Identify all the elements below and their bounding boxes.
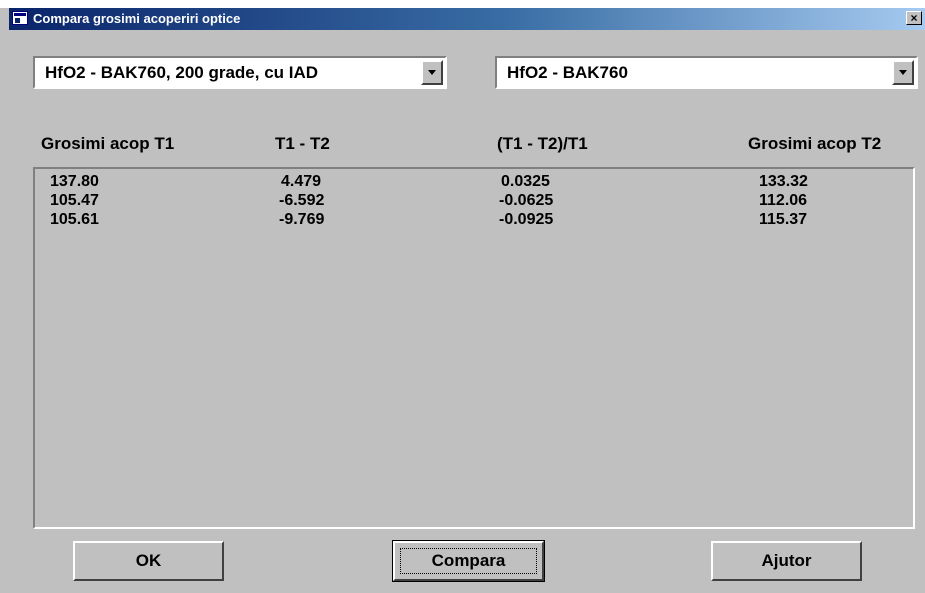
- cell-thickness-t2: 115.37: [759, 211, 808, 228]
- app-window-icon[interactable]: [12, 11, 28, 25]
- cell-relative-difference: -0.0925: [499, 211, 554, 228]
- header-difference: T1 - T2: [275, 134, 330, 153]
- help-button[interactable]: Ajutor: [711, 541, 862, 581]
- cell-thickness-t1: 105.61: [50, 211, 99, 228]
- table-row[interactable]: 105.61 -9.769 -0.0925 115.37: [35, 211, 913, 230]
- cell-difference: -9.769: [279, 211, 325, 228]
- coating-t2-value: HfO2 - BAK760: [507, 63, 628, 82]
- cell-thickness-t1: 137.80: [50, 173, 99, 190]
- coating-t1-value: HfO2 - BAK760, 200 grade, cu IAD: [45, 63, 319, 82]
- header-thickness-t2: Grosimi acop T2: [748, 134, 882, 153]
- header-relative-difference: (T1 - T2)/T1: [497, 134, 588, 153]
- coating-t1-select[interactable]: HfO2 - BAK760, 200 grade, cu IAD: [33, 56, 447, 89]
- title-bar[interactable]: Compara grosimi acoperiri optice ×: [9, 8, 925, 30]
- results-list[interactable]: 137.80 4.479 0.0325 133.32 105.47 -6.592…: [33, 167, 915, 529]
- cell-thickness-t2: 112.06: [759, 192, 808, 209]
- header-thickness-t1: Grosimi acop T1: [41, 134, 175, 153]
- chevron-down-icon[interactable]: [892, 60, 914, 85]
- close-button[interactable]: ×: [906, 11, 922, 25]
- cropped-top-strip: [0, 0, 925, 6]
- cell-thickness-t1: 105.47: [50, 192, 99, 209]
- coating-t2-select[interactable]: HfO2 - BAK760: [495, 56, 918, 89]
- window-title: Compara grosimi acoperiri optice: [33, 11, 241, 26]
- compare-button[interactable]: Compara: [392, 540, 545, 582]
- chevron-down-icon[interactable]: [421, 60, 443, 85]
- cell-difference: 4.479: [281, 173, 322, 190]
- compare-button-label: Compara: [431, 551, 506, 570]
- cell-difference: -6.592: [279, 192, 325, 209]
- help-button-label: Ajutor: [761, 551, 812, 570]
- table-row[interactable]: 137.80 4.479 0.0325 133.32: [35, 173, 913, 192]
- ok-button[interactable]: OK: [73, 541, 224, 581]
- ok-button-label: OK: [135, 551, 162, 570]
- cell-thickness-t2: 133.32: [759, 173, 808, 190]
- cell-relative-difference: 0.0325: [501, 173, 550, 190]
- table-row[interactable]: 105.47 -6.592 -0.0625 112.06: [35, 192, 913, 211]
- cell-relative-difference: -0.0625: [499, 192, 554, 209]
